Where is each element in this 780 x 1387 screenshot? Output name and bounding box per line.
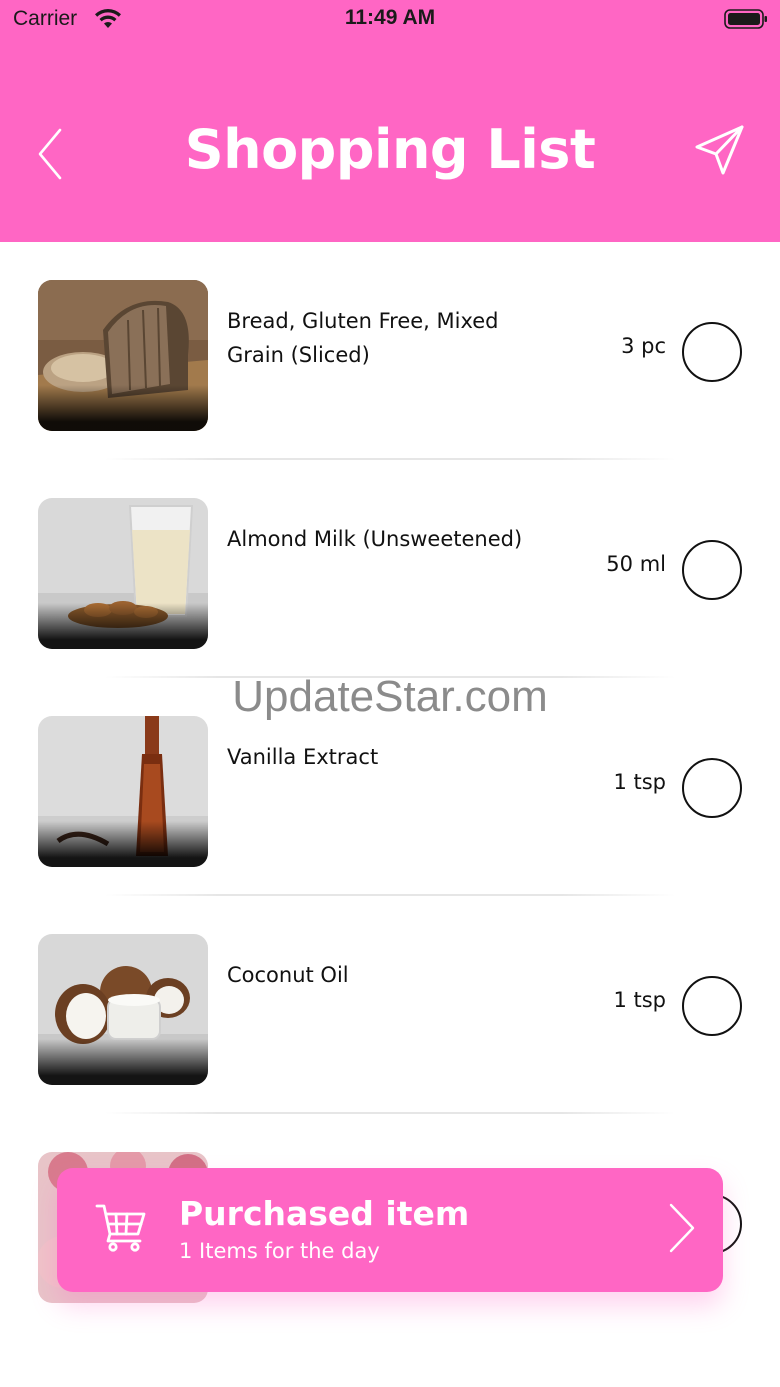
chevron-right-icon [669,1203,695,1253]
watermark: UpdateStar.com [232,672,548,721]
item-name: Almond Milk (Unsweetened) [227,527,523,551]
item-name: Coconut Oil [227,963,349,987]
list-item: Bread, Gluten Free, Mixed Grain (Sliced)… [0,242,780,460]
paper-plane-icon [695,125,744,175]
shopping-cart-icon [95,1204,146,1252]
item-check-circle[interactable] [682,976,742,1036]
purchased-subtitle: 1 Items for the day [179,1239,380,1263]
item-quantity: 1 tsp [613,770,666,794]
page-title: Shopping List [184,118,596,181]
status-bar: Carrier 11:49 AM [0,0,780,40]
send-button[interactable] [692,122,748,178]
item-image-coconut [38,934,208,1085]
item-name: Bread, Gluten Free, Mixed Grain (Sliced) [227,309,499,367]
item-check-circle[interactable] [682,322,742,382]
item-quantity: 1 tsp [613,988,666,1012]
item-name: Vanilla Extract [227,745,379,769]
purchased-items-button[interactable]: Purchased item 1 Items for the day [57,1168,723,1292]
item-check-circle[interactable] [682,758,742,818]
battery-icon [724,9,767,29]
item-quantity: 3 pc [621,334,666,358]
item-quantity: 50 ml [606,552,666,576]
clock: 11:49 AM [344,6,436,29]
header-bar: Carrier 11:49 AM Shopping List [0,0,780,242]
purchased-title: Purchased item [179,1194,470,1233]
item-image-bread [38,280,208,431]
item-image-milk [38,498,208,649]
item-image-vanilla [38,716,208,867]
list-item: Coconut Oil 1 tsp [0,896,780,1114]
list-item: Almond Milk (Unsweetened) 50 ml [0,460,780,678]
item-check-circle[interactable] [682,540,742,600]
